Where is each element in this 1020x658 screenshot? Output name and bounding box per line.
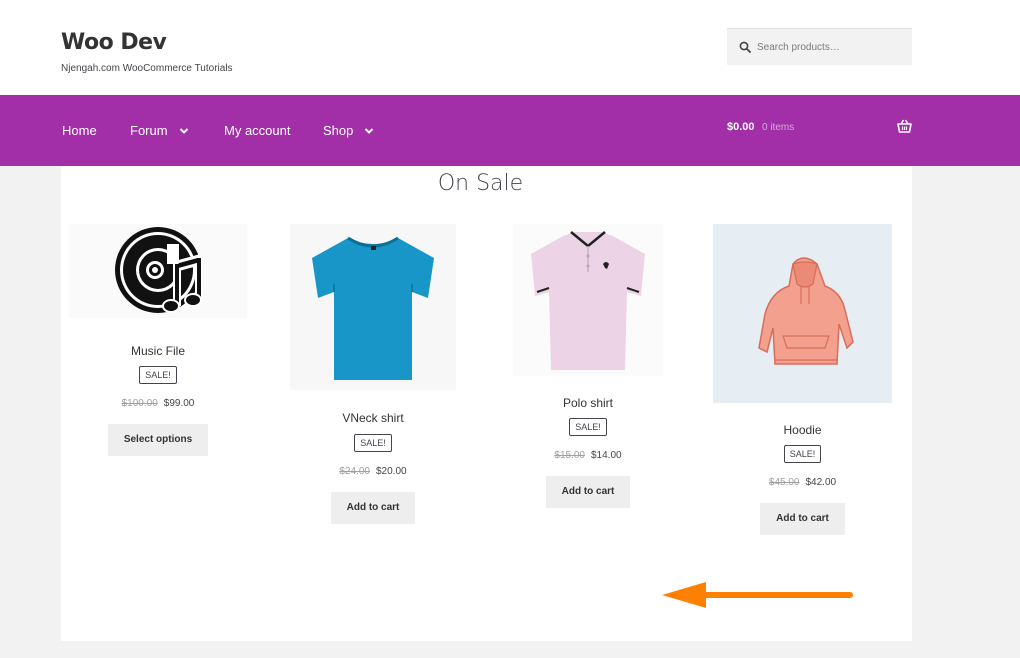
blue-tshirt-image[interactable]: [290, 224, 456, 390]
annotation-arrow-icon: [662, 582, 853, 608]
product-name[interactable]: VNeck shirt: [290, 411, 456, 425]
regular-price: $45.00: [768, 477, 800, 488]
nav-item-shop[interactable]: Shop: [323, 123, 374, 138]
chevron-down-icon[interactable]: [364, 127, 374, 135]
product-name[interactable]: Hoodie: [713, 423, 892, 437]
add-to-cart-button[interactable]: Add to cart: [760, 503, 845, 535]
hoodie-image[interactable]: [713, 224, 892, 403]
regular-price: $100.00: [121, 398, 158, 409]
basket-icon[interactable]: [897, 119, 912, 133]
nav-item-label: Home: [62, 123, 97, 138]
regular-price: $15.00: [554, 450, 585, 461]
select-options-button[interactable]: Select options: [107, 424, 209, 456]
product-name[interactable]: Music File: [69, 344, 247, 358]
section-title: On Sale: [437, 171, 524, 196]
sale-price: $14.00: [591, 450, 622, 461]
product-name[interactable]: Polo shirt: [513, 396, 663, 410]
add-to-cart-button[interactable]: Add to cart: [545, 476, 631, 508]
nav-item-home[interactable]: Home: [62, 123, 97, 138]
search-input[interactable]: [757, 41, 907, 53]
sale-price: $20.00: [376, 466, 407, 477]
sale-badge: SALE!: [569, 418, 607, 436]
sale-badge: SALE!: [783, 445, 822, 463]
regular-price: $24.00: [339, 466, 370, 477]
product-price: $15.00 $14.00: [513, 450, 663, 461]
search-box[interactable]: [727, 28, 912, 65]
sale-badge: SALE!: [139, 366, 177, 384]
product-card-polo-shirt: Polo shirt SALE! $15.00 $14.00 Add to car…: [513, 224, 663, 508]
add-to-cart-button[interactable]: Add to cart: [330, 492, 416, 524]
search-icon: [739, 41, 751, 53]
nav-item-forum[interactable]: Forum: [130, 123, 189, 138]
sale-price: $99.00: [163, 398, 195, 409]
primary-navigation: Home Forum My account Shop $0.00 0 items: [0, 95, 1020, 166]
product-price: $45.00 $42.00: [713, 477, 892, 488]
site-title[interactable]: Woo Dev: [61, 30, 167, 55]
sale-price: $42.00: [805, 477, 837, 488]
product-price: $24.00 $20.00: [290, 466, 456, 477]
nav-item-my-account[interactable]: My account: [224, 123, 290, 138]
main-content: On Sale Music File SALE! $100.00 $99.00 …: [61, 166, 912, 641]
site-description: Njengah.com WooCommerce Tutorials: [61, 63, 233, 74]
nav-item-label: My account: [224, 123, 291, 138]
product-card-music-file: Music File SALE! $100.00 $99.00 Select op…: [69, 224, 247, 456]
cart-total[interactable]: $0.00: [727, 121, 755, 133]
sale-badge: SALE!: [354, 434, 392, 452]
product-card-hoodie: Hoodie SALE! $45.00 $42.00 Add to cart: [713, 224, 892, 535]
music-file-icon[interactable]: [69, 224, 247, 318]
cart-count[interactable]: 0 items: [762, 122, 794, 133]
product-card-vneck-shirt: VNeck shirt SALE! $24.00 $20.00 Add to ca…: [290, 224, 456, 524]
chevron-down-icon[interactable]: [179, 127, 189, 135]
nav-item-label: Forum: [130, 123, 168, 138]
product-price: $100.00 $99.00: [69, 398, 247, 409]
nav-item-label: Shop: [323, 123, 354, 138]
pink-polo-image[interactable]: [513, 224, 663, 376]
site-header: Woo Dev Njengah.com WooCommerce Tutorial…: [0, 0, 1020, 95]
